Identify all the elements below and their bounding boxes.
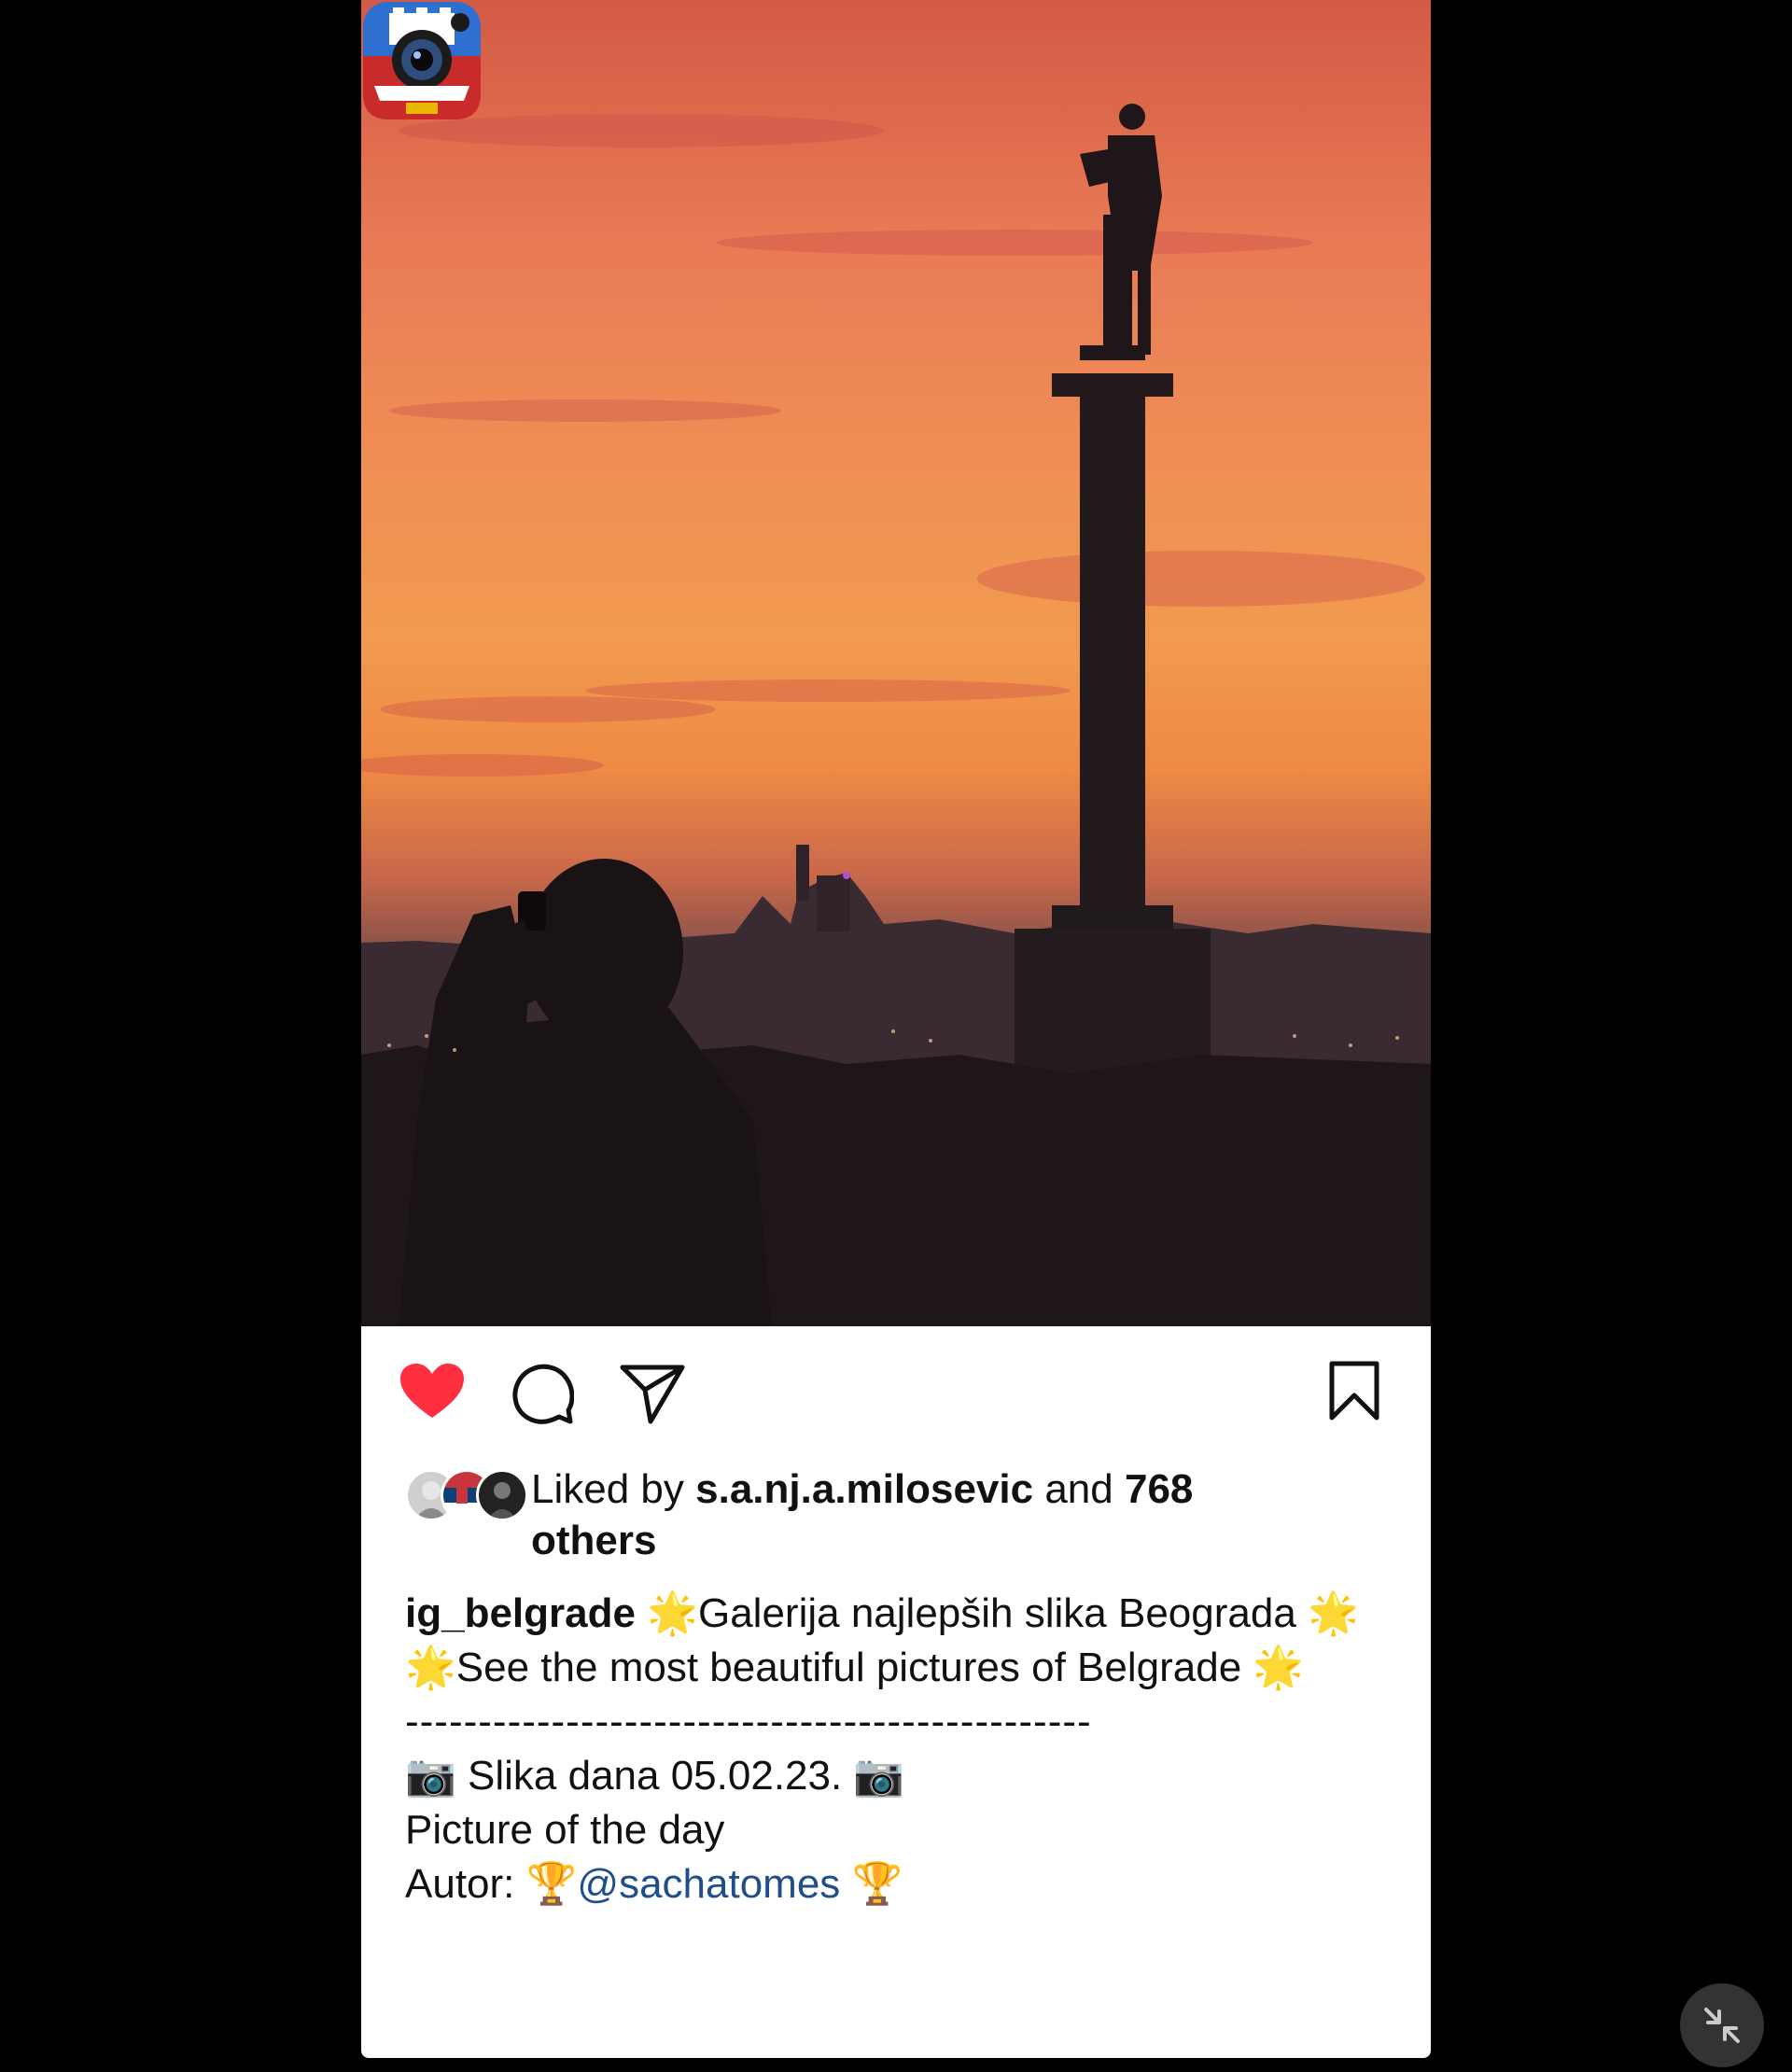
collapse-button[interactable] [1680,1983,1764,2067]
app-badge-icon [363,2,481,119]
likes-others[interactable]: others [531,1518,656,1563]
post-card: Liked by s.a.nj.a.milosevic and 768 othe… [361,0,1431,2058]
liker-avatars [405,1469,528,1521]
likes-count[interactable]: 768 [1125,1466,1193,1512]
author-prefix: Autor: 🏆 [405,1861,578,1907]
post-username[interactable]: ig_belgrade [405,1590,636,1636]
caption-line-3: 📷 Slika dana 05.02.23. 📷 [405,1753,905,1799]
liked-by-and: and [1044,1466,1113,1512]
send-icon[interactable] [619,1362,686,1425]
caption-line-1: ig_belgrade 🌟Galerija najlepših slika Be… [405,1587,1385,1641]
caption-line-2: 🌟See the most beautiful pictures of Belg… [405,1645,1305,1690]
caption-divider: ----------------------------------------… [405,1699,1092,1744]
liked-by-prefix: Liked by [531,1466,684,1512]
caption-author-line: Autor: 🏆@sachatomes 🏆 [405,1857,1385,1911]
sunset-photo-illustration [361,104,1431,1326]
post-actions-bar [361,1326,1431,1457]
avatar[interactable] [476,1469,528,1521]
bookmark-icon[interactable] [1328,1360,1380,1421]
author-suffix: 🏆 [851,1861,903,1907]
likes-text: Liked by s.a.nj.a.milosevic and 768 othe… [531,1463,1259,1566]
author-mention-link[interactable]: @sachatomes [577,1861,840,1907]
caption-line-4: Picture of the day [405,1807,725,1853]
collapse-icon [1704,2008,1740,2043]
liker-username[interactable]: s.a.nj.a.milosevic [695,1466,1033,1512]
post-caption: ig_belgrade 🌟Galerija najlepših slika Be… [405,1587,1385,1911]
heart-filled-icon[interactable] [399,1362,466,1421]
caption-text-1: 🌟Galerija najlepših slika Beograda 🌟 [647,1590,1359,1636]
post-photo[interactable] [361,0,1431,1326]
comment-icon[interactable] [511,1362,574,1425]
